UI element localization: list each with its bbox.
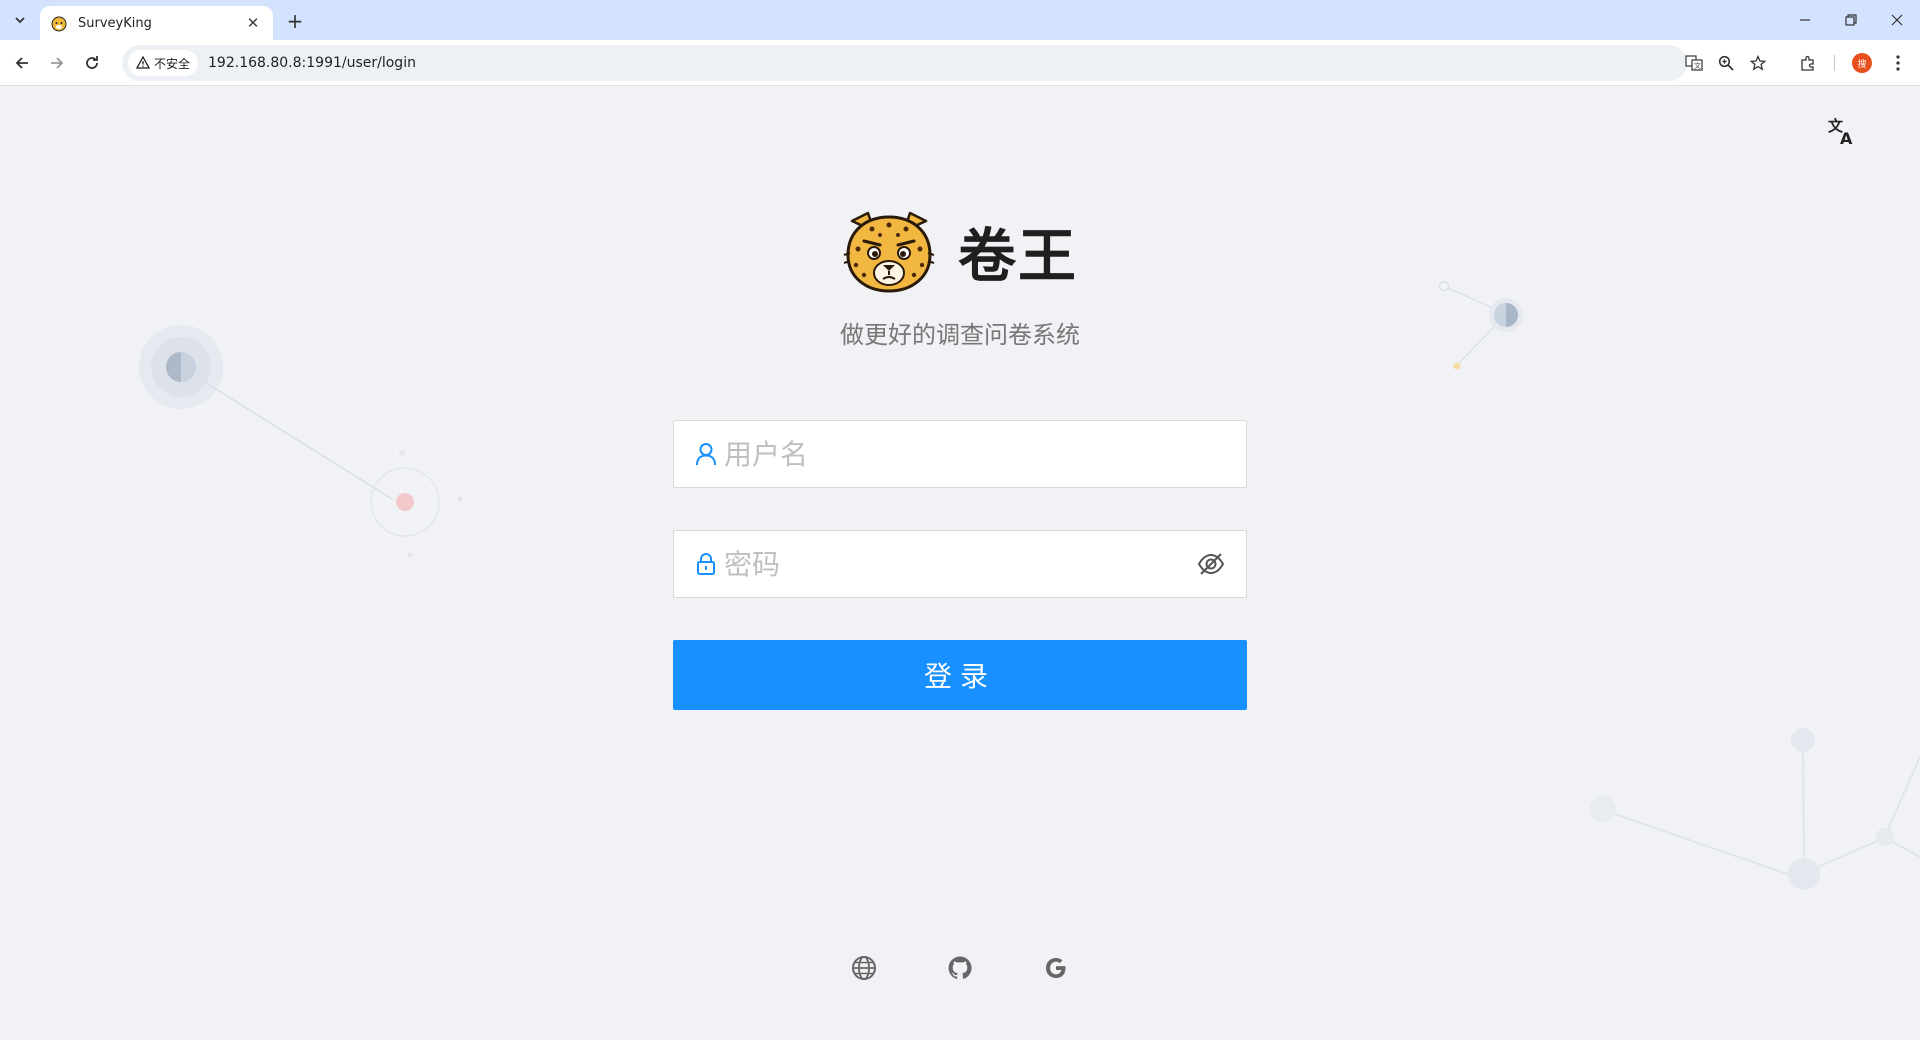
footer-links	[0, 955, 1920, 981]
warning-icon	[136, 56, 150, 69]
tab-search-button[interactable]	[6, 8, 34, 32]
svg-text:文: 文	[1694, 61, 1701, 70]
password-field[interactable]	[673, 530, 1247, 598]
google-icon[interactable]	[1043, 955, 1069, 981]
browser-menu-button[interactable]	[1884, 49, 1912, 77]
cheetah-logo-icon	[843, 211, 935, 293]
eye-invisible-icon[interactable]	[1196, 549, 1226, 579]
avatar: 搜	[1852, 53, 1872, 73]
forward-button[interactable]	[43, 49, 71, 77]
restore-icon	[1845, 14, 1857, 26]
globe-icon[interactable]	[851, 955, 877, 981]
bookmark-star-icon[interactable]	[1748, 53, 1768, 73]
login-page: 文 A 卷王 做更好的调查问卷系统 用户名 登录	[0, 87, 1920, 1040]
lock-icon	[694, 552, 718, 576]
username-input[interactable]	[724, 437, 1226, 471]
more-vertical-icon	[1896, 55, 1900, 71]
restore-button[interactable]	[1828, 6, 1874, 34]
puzzle-icon	[1801, 55, 1814, 71]
language-switch-button[interactable]: 文 A	[1824, 112, 1862, 150]
tab-title: SurveyKing	[78, 15, 152, 31]
translate-icon: 文 A	[1828, 117, 1853, 146]
security-indicator[interactable]: 不安全	[128, 50, 199, 76]
user-icon	[694, 442, 718, 466]
profile-button[interactable]: 搜	[1848, 49, 1876, 77]
address-bar[interactable]: 不安全 192.168.80.8:1991/user/login 文	[122, 45, 1766, 81]
arrow-right-icon	[51, 57, 64, 69]
brand-title: 卷王	[957, 222, 1078, 290]
browser-tab-strip: SurveyKing ✕ +	[0, 0, 1920, 40]
browser-toolbar: 不安全 192.168.80.8:1991/user/login 文 搜	[0, 40, 1920, 86]
close-window-button[interactable]	[1874, 6, 1920, 34]
chevron-down-icon	[15, 17, 25, 24]
svg-text:A: A	[1840, 129, 1853, 146]
translate-page-icon[interactable]: 文	[1684, 53, 1704, 73]
arrow-left-icon	[15, 57, 28, 69]
github-icon[interactable]	[947, 955, 973, 981]
url-text[interactable]: 192.168.80.8:1991/user/login	[208, 55, 416, 71]
zoom-icon[interactable]	[1716, 53, 1736, 73]
reload-icon	[86, 56, 98, 69]
login-button[interactable]: 登录	[673, 640, 1247, 710]
toolbar-separator	[1834, 55, 1835, 71]
close-icon	[1891, 14, 1903, 26]
reload-button[interactable]	[78, 49, 106, 77]
back-button[interactable]	[8, 49, 36, 77]
browser-tab-active[interactable]: SurveyKing ✕	[40, 6, 273, 40]
extensions-button[interactable]	[1794, 49, 1822, 77]
username-field[interactable]	[673, 420, 1247, 488]
cheetah-favicon-icon	[51, 16, 67, 32]
close-tab-icon[interactable]: ✕	[243, 13, 263, 33]
brand-header: 卷王	[0, 209, 1920, 293]
security-label: 不安全	[154, 56, 191, 71]
new-tab-button[interactable]: +	[282, 8, 308, 34]
minimize-icon	[1800, 19, 1810, 21]
password-input[interactable]	[724, 547, 1196, 581]
page-subtitle: 做更好的调查问卷系统	[840, 321, 1080, 349]
minimize-button[interactable]	[1782, 6, 1828, 34]
